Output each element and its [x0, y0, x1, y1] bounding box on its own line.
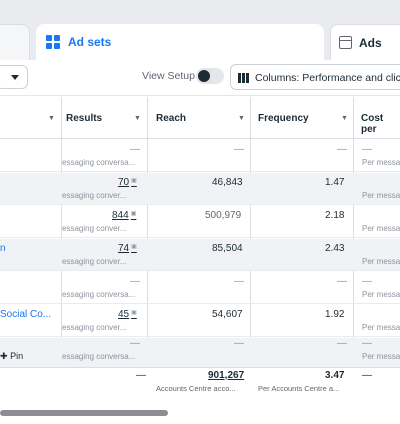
table-row[interactable]: 70 ▣ essaging conver... 46,843 1.47 Per m… — [0, 173, 400, 205]
frequency-value: 2.43 — [325, 243, 345, 254]
cost-subtext: Per messa — [362, 191, 400, 200]
table-header-row: ▼ Results ▼ Reach ▼ Frequency ▼ Cost per — [0, 97, 400, 139]
table-row[interactable]: ✚ Pin — essaging conversa... — — — Per m… — [0, 338, 400, 370]
results-count: 844 — [112, 210, 129, 221]
sort-caret-icon[interactable]: ▼ — [238, 115, 245, 122]
ad-set-name[interactable]: Social Co... — [0, 309, 51, 320]
results-value[interactable]: 844 ▣ — [112, 210, 136, 221]
pin-icon: ✚ — [0, 351, 8, 361]
scrollbar-thumb[interactable] — [0, 410, 168, 416]
sort-caret-icon[interactable]: ▼ — [48, 115, 55, 122]
total-cost: — — [362, 370, 372, 381]
results-subtext: essaging conversa... — [62, 158, 136, 167]
reach-value: — — [234, 144, 244, 155]
results-subtext: essaging conversa... — [62, 352, 136, 361]
cost-value: — — [362, 338, 372, 349]
info-icon: ▣ — [131, 178, 137, 184]
table-row[interactable]: — essaging conversa... — — — Per messa — [0, 140, 400, 172]
tab-ad-sets-label: Ad sets — [68, 35, 112, 49]
cost-subtext: Per messa — [362, 323, 400, 332]
chevron-down-icon — [11, 75, 19, 80]
table-row[interactable]: 844 ▣ essaging conver... 500,979 2.18 Per… — [0, 206, 400, 238]
sort-caret-icon[interactable]: ▼ — [341, 115, 348, 122]
results-value: — — [130, 276, 140, 287]
column-header-reach[interactable]: Reach — [156, 113, 186, 124]
column-header-cost-per[interactable]: Cost per — [361, 113, 400, 135]
reach-value: — — [234, 338, 244, 349]
total-frequency: 3.47 — [325, 370, 345, 381]
tab-ads-label: Ads — [359, 36, 382, 50]
toggle-knob — [198, 70, 210, 82]
tab-ads[interactable]: Ads — [330, 24, 400, 60]
pin-label: Pin — [10, 351, 24, 361]
columns-button-label: Columns: Performance and clicks — [255, 72, 400, 84]
frequency-value: 1.92 — [325, 309, 345, 320]
info-icon: ▣ — [131, 310, 137, 316]
results-subtext: essaging conver... — [62, 191, 127, 200]
cost-value: — — [362, 144, 372, 155]
frequency-value: — — [337, 276, 347, 287]
cost-subtext: Per messa — [362, 158, 400, 167]
results-value[interactable]: 45 ▣ — [118, 309, 137, 320]
cost-value: — — [362, 276, 372, 287]
pin-action[interactable]: ✚ Pin — [0, 351, 23, 362]
frequency-value: — — [337, 144, 347, 155]
total-reach-subtext: Accounts Centre acco... — [156, 384, 236, 393]
results-subtext: essaging conversa... — [62, 290, 136, 299]
view-setup-toggle[interactable] — [196, 68, 224, 84]
results-count: 74 — [118, 243, 130, 254]
tab-campaigns-stub[interactable] — [0, 24, 30, 60]
top-tab-bar: Ad sets Ads — [0, 0, 400, 60]
cost-subtext: Per messa — [362, 290, 400, 299]
results-value[interactable]: 70 ▣ — [118, 177, 137, 188]
info-icon: ▣ — [130, 211, 137, 217]
frequency-value: — — [337, 338, 347, 349]
table-row[interactable]: n 74 ▣ essaging conver... 85,504 2.43 Per… — [0, 239, 400, 271]
column-header-frequency[interactable]: Frequency — [258, 113, 309, 124]
reach-value: 500,979 — [205, 210, 242, 221]
frequency-value: 2.18 — [325, 210, 345, 221]
total-results: — — [136, 370, 146, 381]
results-value: — — [130, 338, 140, 349]
results-count: 70 — [118, 177, 130, 188]
results-subtext: essaging conver... — [62, 323, 127, 332]
column-header-results[interactable]: Results — [66, 113, 102, 124]
sort-caret-icon[interactable]: ▼ — [134, 115, 141, 122]
tab-ad-sets[interactable]: Ad sets — [36, 24, 324, 60]
results-count: 45 — [118, 309, 130, 320]
reach-value: 54,607 — [212, 309, 243, 320]
toolbar: View Setup Columns: Performance and clic… — [0, 60, 400, 96]
view-setup-label: View Setup — [142, 70, 195, 82]
ad-icon — [339, 36, 352, 49]
filter-dropdown[interactable] — [0, 65, 28, 89]
frequency-value: 1.47 — [325, 177, 345, 188]
cost-subtext: Per messa — [362, 352, 400, 361]
total-reach[interactable]: 901,267 — [208, 370, 244, 381]
info-icon: ▣ — [131, 244, 137, 250]
cost-subtext: Per messa — [362, 224, 400, 233]
totals-row: — 901,267 Accounts Centre acco... 3.47 P… — [0, 367, 400, 407]
cost-subtext: Per messa — [362, 257, 400, 266]
results-value[interactable]: 74 ▣ — [118, 243, 137, 254]
grid-icon — [46, 35, 60, 49]
total-frequency-subtext: Per Accounts Centre a... — [258, 384, 340, 393]
reach-value: 46,843 — [212, 177, 243, 188]
results-value: — — [130, 144, 140, 155]
results-subtext: essaging conver... — [62, 224, 127, 233]
ad-sets-table: ▼ Results ▼ Reach ▼ Frequency ▼ Cost per… — [0, 97, 400, 408]
horizontal-scrollbar[interactable] — [0, 408, 400, 424]
table-row[interactable]: Social Co... 45 ▣ essaging conver... 54,6… — [0, 305, 400, 337]
results-subtext: essaging conver... — [62, 257, 127, 266]
columns-icon — [238, 73, 249, 83]
table-row[interactable]: — essaging conversa... — — — Per messa — [0, 272, 400, 304]
columns-button[interactable]: Columns: Performance and clicks — [230, 64, 400, 90]
reach-value: 85,504 — [212, 243, 243, 254]
reach-value: — — [234, 276, 244, 287]
ad-set-name[interactable]: n — [0, 243, 6, 254]
